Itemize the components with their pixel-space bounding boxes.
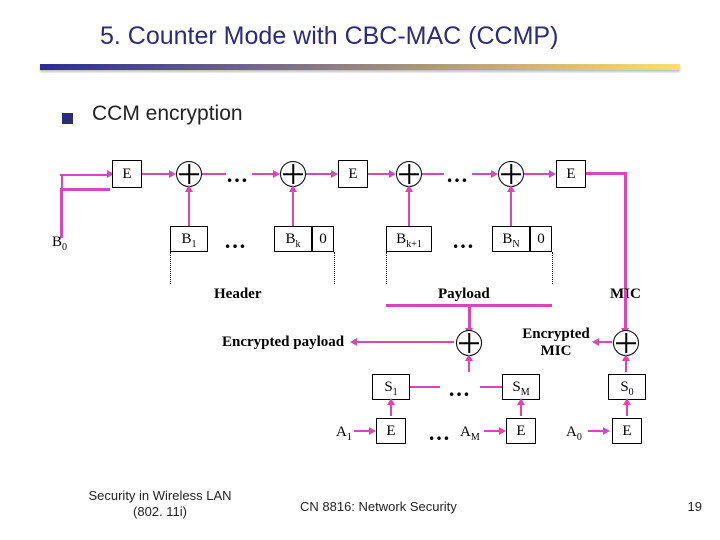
xor-2 [280, 161, 306, 187]
node-s0: S0 [608, 374, 646, 400]
node-e-a0: E [612, 418, 642, 444]
ellipsis-top-1: … [226, 162, 249, 188]
node-a1: A1 [336, 424, 352, 443]
bullet-icon [62, 113, 73, 124]
ellipsis-a: … [428, 420, 451, 446]
node-e2: E [338, 160, 368, 188]
node-sm: SM [502, 374, 540, 400]
node-bk: Bk [274, 226, 312, 252]
ellipsis-top-2: … [446, 162, 469, 188]
node-e-am: E [506, 418, 536, 444]
xor-mic [613, 330, 639, 356]
node-a0: A0 [566, 424, 582, 443]
ellipsis-mid-1: … [224, 228, 247, 254]
node-e3: E [556, 160, 586, 188]
label-payload: Payload [438, 286, 490, 303]
node-s1: S1 [372, 374, 410, 400]
label-encmic: EncryptedMIC [516, 326, 596, 359]
xor-payload [456, 330, 482, 356]
ellipsis-s: … [448, 376, 471, 402]
node-zero-2: 0 [530, 226, 552, 252]
node-bk1: Bk+1 [386, 226, 432, 252]
node-e-a1: E [376, 418, 406, 444]
label-header: Header [214, 286, 261, 303]
node-bn: BN [492, 226, 530, 252]
footer-left: Security in Wireless LAN(802. 11i) [70, 488, 250, 521]
xor-3 [396, 161, 422, 187]
bullet-text: CCM encryption [92, 102, 243, 126]
node-b1: B1 [170, 226, 208, 252]
xor-1 [176, 161, 202, 187]
node-b0: B0 [52, 234, 67, 253]
node-am: AM [460, 424, 480, 443]
node-e1: E [112, 160, 142, 188]
ellipsis-mid-2: … [452, 228, 475, 254]
xor-4 [498, 161, 524, 187]
page-number: 19 [688, 499, 702, 514]
title-underline [40, 64, 680, 70]
node-zero-1: 0 [312, 226, 334, 252]
page-title: 5. Counter Mode with CBC-MAC (CCMP) [100, 22, 558, 51]
label-encpayload: Encrypted payload [222, 334, 344, 351]
footer-center: CN 8816: Network Security [300, 499, 457, 514]
